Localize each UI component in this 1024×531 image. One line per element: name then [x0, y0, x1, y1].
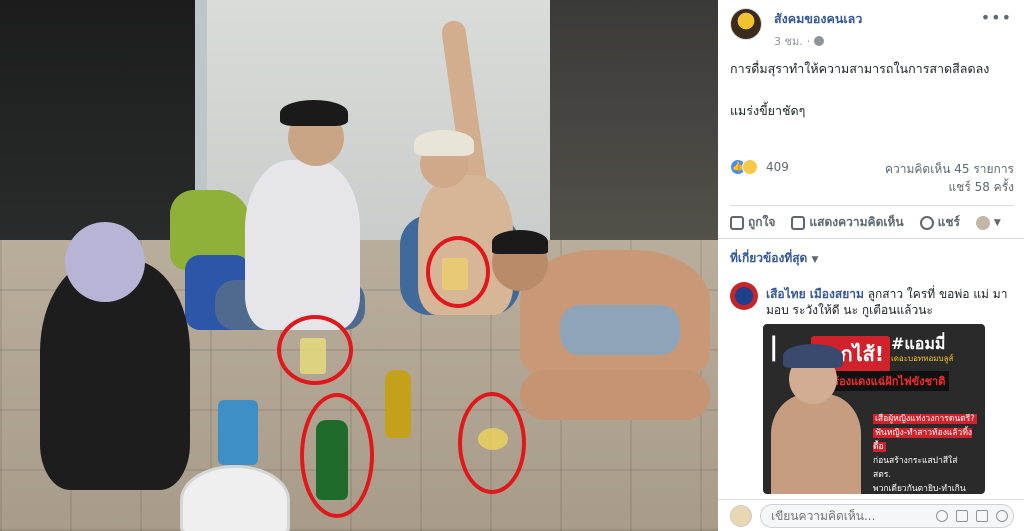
comment-label: แสดงความคิดเห็น [809, 215, 904, 229]
post-actions: ถูกใจ แสดงความคิดเห็น แชร์ ▼ [730, 205, 1014, 237]
photo-viewer[interactable] [0, 0, 718, 531]
thumbs-up-icon [730, 215, 744, 230]
image-line: ก่อนสร้างกระแสปาสีใส่ สตร. [873, 456, 958, 480]
like-label: ถูกใจ [748, 215, 776, 229]
red-circle-annotation [458, 392, 526, 494]
commenter-avatar[interactable] [730, 282, 758, 310]
reaction-icons[interactable]: 👍 [730, 159, 758, 175]
post-header: สังคมของคนเลว 3 ชม. · ••• [718, 0, 1024, 56]
comment-author-link[interactable]: เสือไทย เมืองสยาม [766, 287, 864, 301]
share-as-selector[interactable]: ▼ [975, 215, 1001, 230]
haha-reaction-icon [742, 159, 758, 175]
shares-count[interactable]: แชร์ 58 ครั้ง [948, 178, 1014, 197]
comments-count[interactable]: ความคิดเห็น 45 รายการ [885, 160, 1014, 179]
chevron-down-icon: ▼ [993, 217, 1001, 228]
globe-icon[interactable] [814, 36, 825, 46]
more-options-icon[interactable]: ••• [981, 8, 1012, 27]
image-line: พวกเดียวกันตายิบ-ทำเกินเหตุ? [873, 484, 966, 494]
user-avatar [975, 215, 990, 230]
like-button[interactable]: ถูกใจ [730, 213, 775, 232]
camera-icon[interactable] [956, 510, 968, 522]
red-circle-annotation [277, 315, 353, 385]
post-text: การดื่มสุราทำให้ความสามารถในการสาดสีลดลง… [718, 56, 1024, 120]
post-meta: 3 ชม. · [774, 32, 825, 50]
comment-sort-label: ที่เกี่ยวข้องที่สุด [730, 251, 808, 265]
share-arrow-icon [919, 215, 934, 230]
logo-icon: | [769, 332, 779, 362]
image-person-hat [783, 344, 843, 368]
red-circle-annotation [300, 393, 374, 518]
comment-sort-dropdown[interactable]: ที่เกี่ยวข้องที่สุด ▼ [718, 238, 1024, 274]
chevron-down-icon: ▼ [811, 255, 819, 265]
comment-bubble: เสือไทย เมืองสยาม ลูกสาว ใครที่ ขอพ่อ แม… [766, 286, 1016, 318]
page-avatar[interactable] [730, 8, 762, 40]
comment-attached-image[interactable]: | ลากไส้! #แอมมี่ เดอะบอททอมบลูส์ นักร้อ… [763, 324, 985, 494]
post-text-line: แมร่งขี้ยาชัดๆ [730, 103, 806, 118]
user-avatar [730, 505, 752, 527]
share-label: แชร์ [937, 215, 960, 229]
post-text-line: การดื่มสุราทำให้ความสามารถในการสาดสีลดลง [730, 61, 990, 76]
page-name-link[interactable]: สังคมของคนเลว [774, 9, 862, 29]
comment-button[interactable]: แสดงความคิดเห็น [791, 213, 904, 232]
engagement-counts: 👍 409 ความคิดเห็น 45 รายการ แชร์ 58 ครั้… [730, 157, 1014, 197]
comment-icon [791, 215, 806, 230]
image-subtitle: เดอะบอททอมบลูส์ [891, 354, 954, 363]
image-line: เสือผู้หญิงแห่งวงการดนตรี? [873, 414, 977, 424]
image-person [771, 394, 861, 494]
reaction-count[interactable]: 409 [766, 160, 789, 174]
composer-icons [936, 510, 1008, 522]
red-circle-annotation [426, 236, 490, 308]
emoji-icon[interactable] [936, 510, 948, 522]
image-line: ฟันหญิง-ทำสาวท้องแล้วทิ้งดื้อ [873, 428, 973, 452]
image-text-lines: เสือผู้หญิงแห่งวงการดนตรี? ฟันหญิง-ทำสาว… [873, 412, 978, 494]
sticker-icon[interactable] [996, 510, 1008, 522]
post-time[interactable]: 3 ชม. [774, 32, 803, 50]
share-button[interactable]: แชร์ [919, 213, 960, 232]
gif-icon[interactable] [976, 510, 988, 522]
comment-composer [718, 499, 1024, 531]
